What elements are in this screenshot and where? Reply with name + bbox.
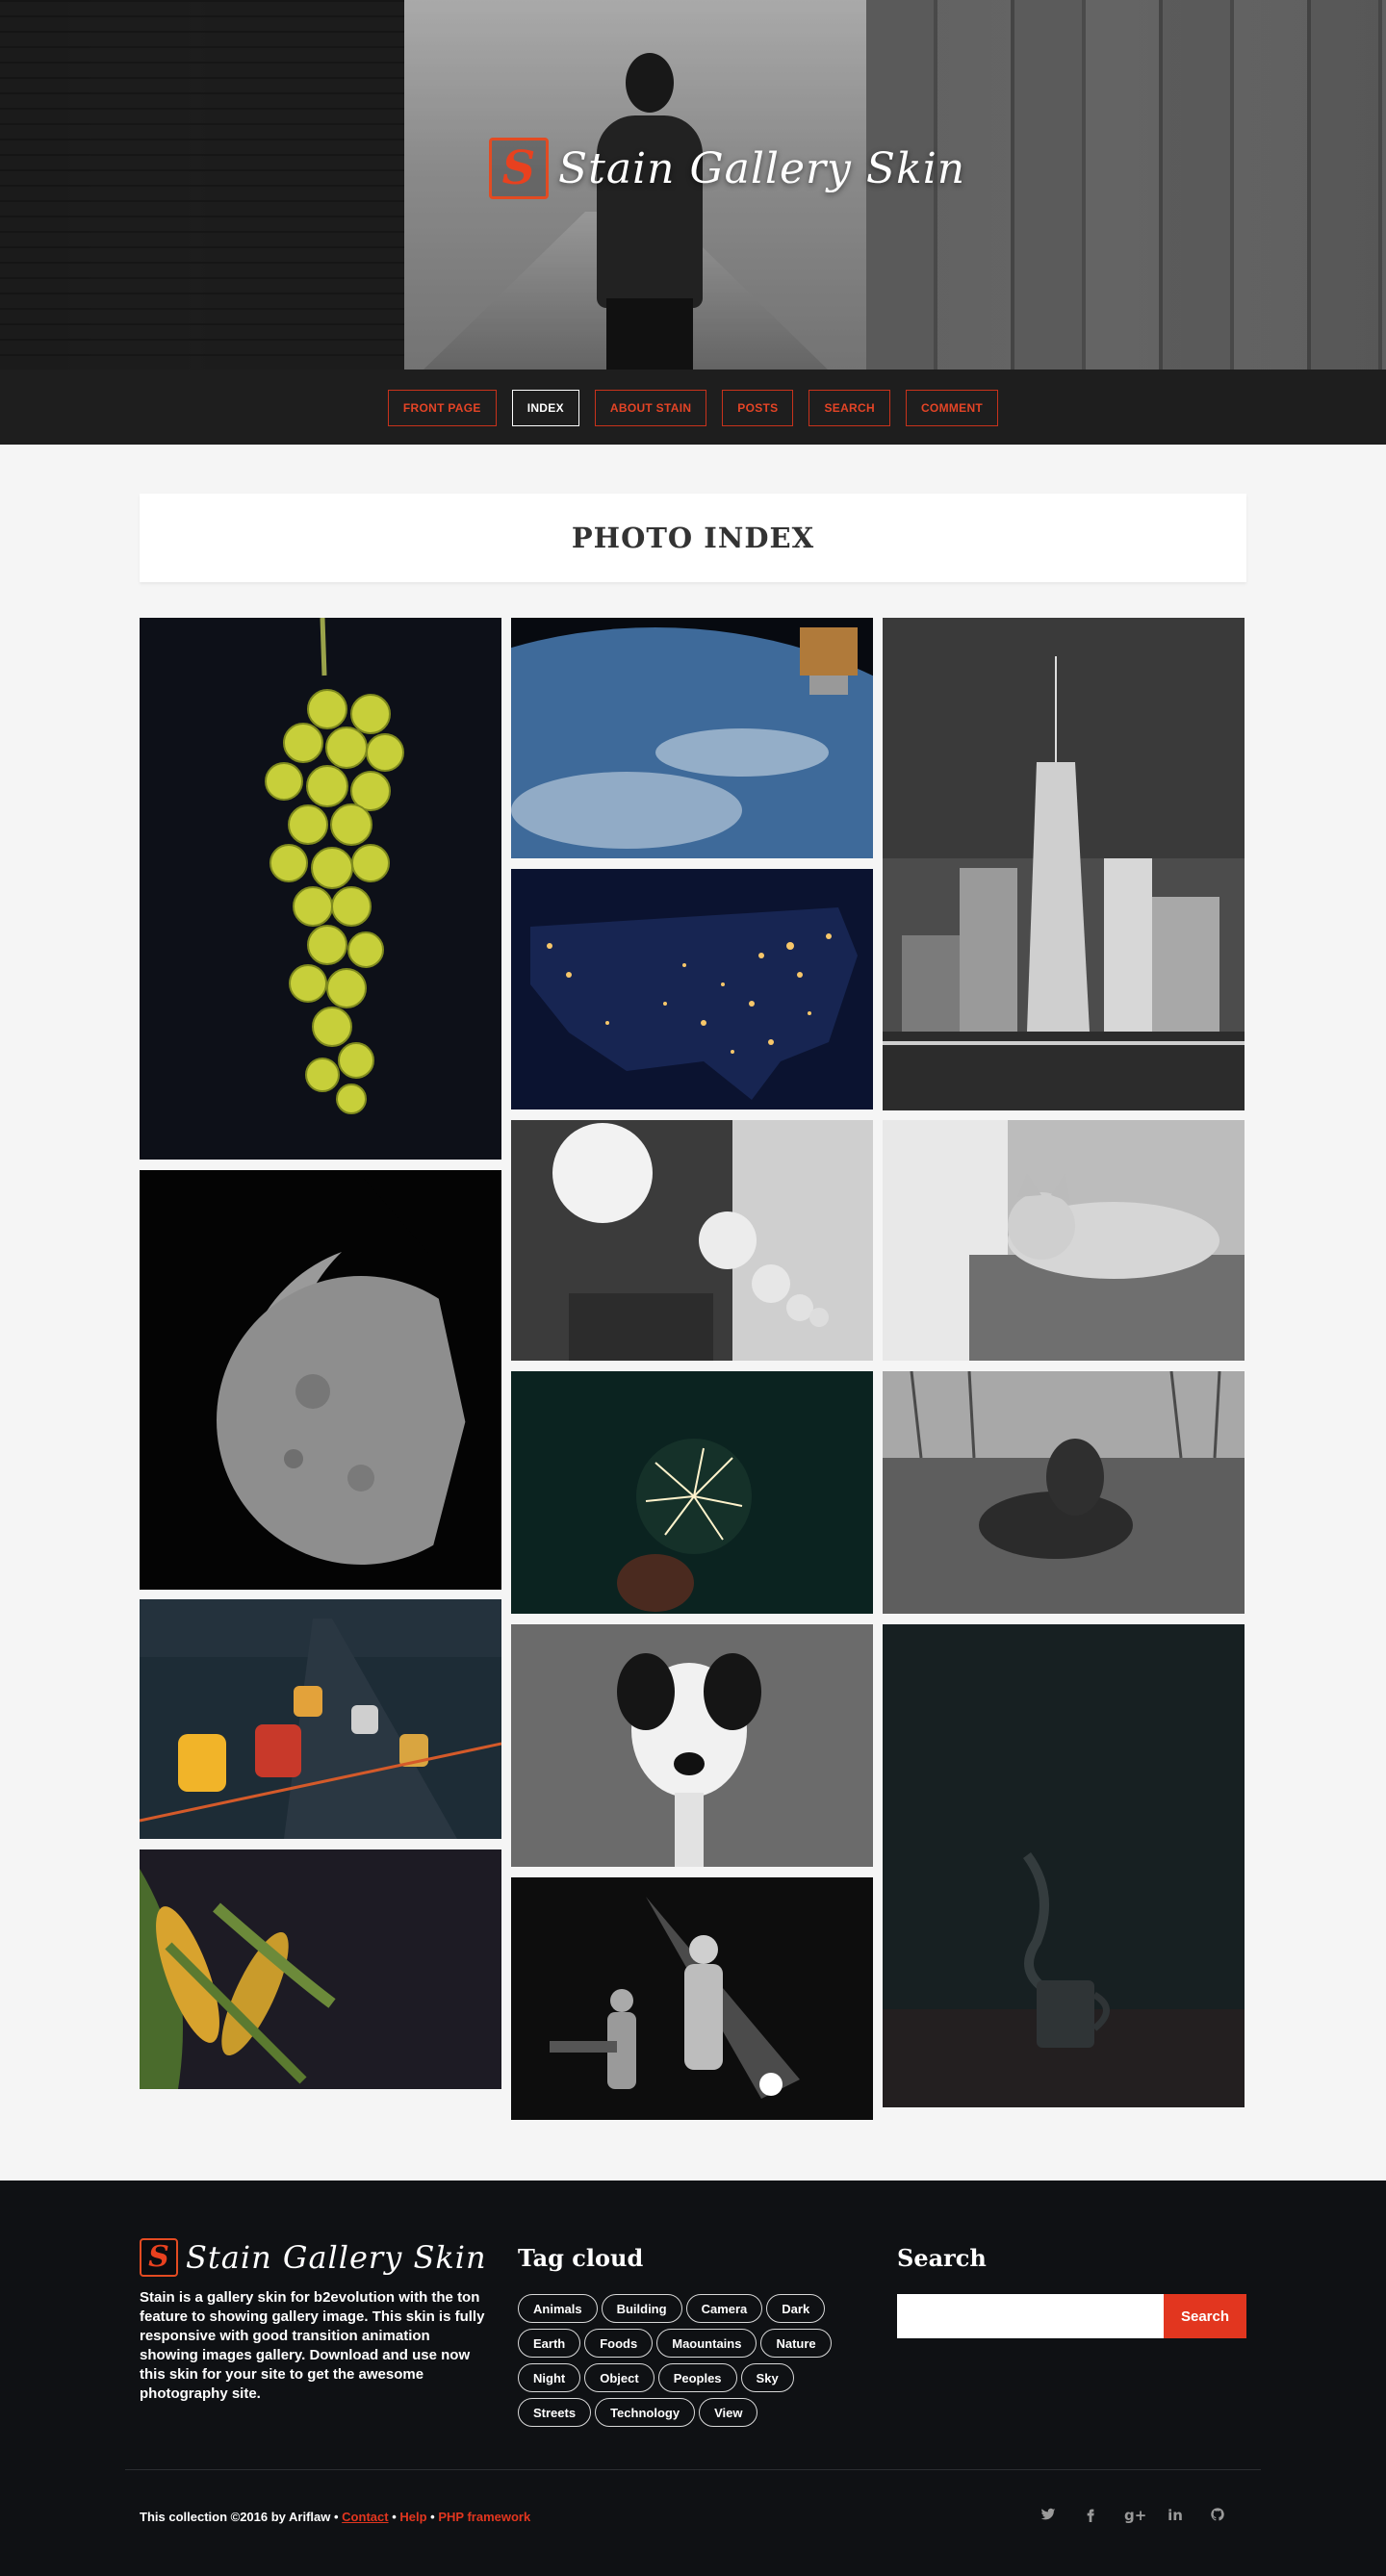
- photo-cat[interactable]: [883, 1120, 1245, 1361]
- facebook-icon[interactable]: [1082, 2507, 1099, 2526]
- photo-earth-from-space[interactable]: [511, 618, 873, 858]
- search-input[interactable]: [897, 2294, 1164, 2338]
- photo-city-traffic[interactable]: [140, 1599, 501, 1839]
- tag-object[interactable]: Object: [584, 2363, 654, 2392]
- nav-front-page[interactable]: FRONT PAGE: [387, 390, 497, 426]
- github-icon[interactable]: [1209, 2507, 1226, 2526]
- tag-peoples[interactable]: Peoples: [657, 2363, 737, 2392]
- photo-moon[interactable]: [140, 1170, 501, 1590]
- nav-comment[interactable]: COMMENT: [905, 390, 999, 426]
- twitter-icon[interactable]: [1040, 2507, 1057, 2526]
- photo-usa-night-lights[interactable]: [511, 869, 873, 1109]
- social-links: g+ in: [1040, 2507, 1226, 2526]
- footer-divider: [125, 2469, 1261, 2470]
- google-plus-icon[interactable]: g+: [1124, 2507, 1146, 2526]
- tag-building[interactable]: Building: [601, 2294, 682, 2323]
- site-title: Stain Gallery Skin: [558, 143, 966, 193]
- tag-foods[interactable]: Foods: [584, 2329, 654, 2358]
- tag-dark[interactable]: Dark: [766, 2294, 826, 2323]
- hero-banner: S Stain Gallery Skin: [0, 0, 1386, 370]
- logo-icon: S: [489, 138, 549, 199]
- main-navigation: FRONT PAGE INDEX ABOUT STAIN POSTS SEARC…: [0, 370, 1386, 445]
- separator: •: [430, 2510, 435, 2524]
- photo-corn[interactable]: [140, 1849, 501, 2089]
- site-brand[interactable]: S Stain Gallery Skin: [489, 137, 965, 200]
- search-title: Search: [897, 2244, 987, 2272]
- tag-technology[interactable]: Technology: [595, 2398, 696, 2427]
- nav-about-stain[interactable]: ABOUT STAIN: [594, 390, 707, 426]
- tag-maountains[interactable]: Maountains: [656, 2329, 757, 2358]
- photo-sparkler[interactable]: [511, 1371, 873, 1614]
- footer-brand[interactable]: S Stain Gallery Skin: [140, 2238, 487, 2277]
- search-button[interactable]: Search: [1164, 2294, 1246, 2338]
- nav-index[interactable]: INDEX: [511, 390, 579, 426]
- footer-site-title: Stain Gallery Skin: [186, 2239, 487, 2276]
- tag-cloud: Animals Building Camera Dark Earth Foods…: [518, 2294, 864, 2427]
- nav-search[interactable]: SEARCH: [808, 390, 890, 426]
- tag-nature[interactable]: Nature: [760, 2329, 832, 2358]
- tag-camera[interactable]: Camera: [685, 2294, 763, 2323]
- photo-skyscrapers[interactable]: [883, 618, 1245, 1110]
- php-framework-link[interactable]: PHP framework: [438, 2510, 530, 2524]
- linkedin-icon[interactable]: in: [1167, 2507, 1184, 2526]
- nav-posts[interactable]: POSTS: [722, 390, 794, 426]
- page-title: PHOTO INDEX: [571, 522, 815, 554]
- help-link[interactable]: Help: [399, 2510, 426, 2524]
- tag-streets[interactable]: Streets: [518, 2398, 592, 2427]
- footer-about-text: Stain is a gallery skin for b2evolution …: [140, 2289, 485, 2402]
- photo-hanging-lamps[interactable]: [511, 1120, 873, 1361]
- photo-grapes[interactable]: [140, 618, 501, 1160]
- page-title-card: PHOTO INDEX: [140, 494, 1246, 582]
- tag-night[interactable]: Night: [518, 2363, 581, 2392]
- photo-dog-portrait[interactable]: [511, 1624, 873, 1867]
- photo-concert[interactable]: [511, 1877, 873, 2120]
- tag-sky[interactable]: Sky: [740, 2363, 794, 2392]
- tag-cloud-title: Tag cloud: [518, 2244, 644, 2272]
- copyright: This collection ©2016 by Ariflaw • Conta…: [140, 2510, 530, 2524]
- contact-link[interactable]: Contact: [342, 2510, 388, 2524]
- separator: •: [392, 2510, 397, 2524]
- photo-spaniel-on-grass[interactable]: [883, 1371, 1245, 1614]
- copyright-text: This collection ©2016 by Ariflaw •: [140, 2510, 339, 2524]
- logo-icon: S: [140, 2238, 178, 2277]
- tag-view[interactable]: View: [699, 2398, 758, 2427]
- tag-animals[interactable]: Animals: [518, 2294, 598, 2323]
- photo-coffee-mug[interactable]: [883, 1624, 1245, 2107]
- tag-earth[interactable]: Earth: [518, 2329, 581, 2358]
